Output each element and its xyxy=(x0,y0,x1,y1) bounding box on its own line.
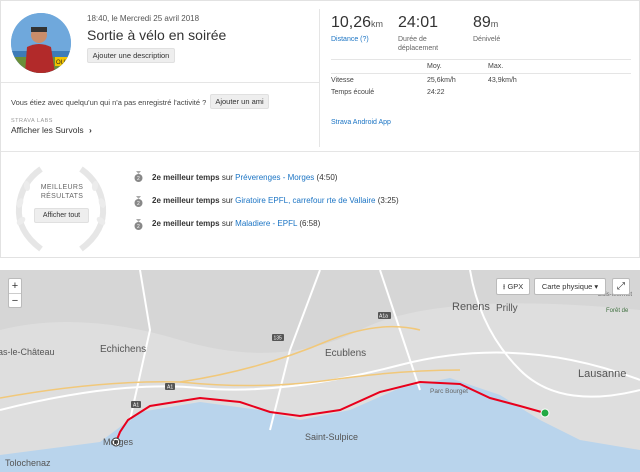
map-label-chateau: as-le-Château xyxy=(0,347,55,357)
moving-time-value: 24:01 xyxy=(398,14,439,31)
gpx-export-button[interactable]: ⭳ GPX xyxy=(496,278,530,295)
divider xyxy=(331,59,631,60)
show-all-button[interactable]: Afficher tout xyxy=(34,208,89,223)
elevation-stat: 89m xyxy=(473,14,498,32)
elevation-unit: m xyxy=(490,19,499,29)
segment-link[interactable]: Maladiere - EPFL xyxy=(235,219,297,228)
map-label-prilly: Prilly xyxy=(496,303,518,314)
elapsed-label: Temps écoulé xyxy=(331,89,375,96)
effort-connector: sur xyxy=(219,196,236,205)
effort-row: 2e meilleur temps sur Giratoire EPFL, ca… xyxy=(152,196,399,205)
svg-text:A1a: A1a xyxy=(379,314,388,320)
effort-connector: sur xyxy=(219,173,236,182)
map-type-label: Carte physique xyxy=(541,282,593,291)
svg-text:135: 135 xyxy=(274,336,283,342)
divider xyxy=(1,151,640,152)
map-label-morges: Morges xyxy=(103,437,134,447)
distance-value: 10,26 xyxy=(331,14,372,31)
athlete-avatar[interactable]: OUI xyxy=(11,13,71,73)
medal-icon: 2 xyxy=(134,219,143,230)
table-header-max: Max. xyxy=(488,63,504,70)
speed-label: Vitesse xyxy=(331,77,354,84)
map-label-saint-sulpice: Saint-Sulpice xyxy=(305,432,359,442)
segment-link[interactable]: Préverenges - Morges xyxy=(235,173,314,182)
activity-title[interactable]: Sortie à vélo en soirée xyxy=(87,27,226,43)
elapsed-value: 24:22 xyxy=(427,89,445,96)
svg-text:OUI: OUI xyxy=(56,60,67,66)
strava-labs-label: STRAVA LABS xyxy=(11,118,53,124)
segment-link[interactable]: Giratoire EPFL, carrefour rte de Vallair… xyxy=(235,196,375,205)
effort-connector: sur xyxy=(219,219,236,228)
elevation-value: 89 xyxy=(473,14,491,31)
fullscreen-button[interactable]: ⤢ xyxy=(612,278,630,295)
effort-time: (6:58) xyxy=(297,219,321,228)
map-type-select[interactable]: Carte physique ▾ xyxy=(534,278,606,295)
divider xyxy=(319,9,320,147)
best-efforts-title-line: RÉSULTATS xyxy=(40,193,84,200)
effort-time: (4:50) xyxy=(314,173,338,182)
table-header-avg: Moy. xyxy=(427,63,442,70)
medal-icon: 2 xyxy=(134,196,143,207)
divider xyxy=(331,73,631,74)
speed-max: 43,9km/h xyxy=(488,77,517,84)
elevation-label: Dénivelé xyxy=(473,36,501,43)
show-flybys-label: Afficher les Survols xyxy=(11,125,84,135)
activity-card: OUI 18:40, le Mercredi 25 avril 2018 Sor… xyxy=(0,0,640,258)
map-label-parc-bourget: Parc Bourget xyxy=(430,388,468,395)
moving-time-label: Durée de déplacement xyxy=(398,35,438,53)
medal-icon: 2 xyxy=(134,171,143,182)
svg-text:2: 2 xyxy=(137,224,140,230)
map-label-lausanne: Lausanne xyxy=(578,368,627,380)
svg-text:A1: A1 xyxy=(133,403,139,409)
zoom-in-button[interactable]: + xyxy=(9,279,21,293)
divider xyxy=(1,82,319,83)
distance-stat: 10,26km xyxy=(331,14,383,32)
download-icon: ⭳ xyxy=(502,282,506,291)
add-description-button[interactable]: Ajouter une description xyxy=(87,48,175,63)
effort-row: 2e meilleur temps sur Maladiere - EPFL (… xyxy=(152,219,320,228)
speed-avg: 25,6km/h xyxy=(427,77,456,84)
activity-date: 18:40, le Mercredi 25 avril 2018 xyxy=(87,14,200,23)
add-friend-button[interactable]: Ajouter un ami xyxy=(210,94,269,109)
effort-rank: 2e meilleur temps xyxy=(152,173,220,182)
chevron-right-icon: › xyxy=(88,125,92,135)
app-source-link[interactable]: Strava Android App xyxy=(331,119,391,126)
effort-rank: 2e meilleur temps xyxy=(152,196,220,205)
map-label-echichens: Echichens xyxy=(100,344,147,355)
route-map[interactable]: A1 A1 135 A1a as-le-Château Echichens Ec… xyxy=(0,270,640,472)
zoom-control: + − xyxy=(8,278,22,308)
show-flybys-link[interactable]: Afficher les Survols › xyxy=(11,125,92,135)
map-label-tolochenaz: Tolochenaz xyxy=(5,458,51,468)
moving-time-label-line: déplacement xyxy=(398,45,439,52)
effort-row: 2e meilleur temps sur Préverenges - Morg… xyxy=(152,173,337,182)
gpx-label: GPX xyxy=(507,282,524,291)
map-label-ecublens: Ecublens xyxy=(325,348,367,359)
best-efforts-title-line: MEILLEURS xyxy=(40,184,84,191)
chevron-down-icon: ▾ xyxy=(594,282,599,291)
laurel-wreath-icon xyxy=(15,166,107,252)
effort-rank: 2e meilleur temps xyxy=(152,219,220,228)
svg-text:A1: A1 xyxy=(167,385,173,391)
svg-text:2: 2 xyxy=(137,176,140,182)
svg-text:2: 2 xyxy=(137,201,140,207)
group-prompt: Vous étiez avec quelqu'un qui n'a pas en… xyxy=(11,98,207,107)
map-label-renens: Renens xyxy=(452,301,490,313)
distance-unit: km xyxy=(371,19,384,29)
fullscreen-icon: ⤢ xyxy=(617,281,625,292)
distance-help-link[interactable]: Distance (?) xyxy=(331,35,369,44)
zoom-out-button[interactable]: − xyxy=(9,293,21,307)
effort-time: (3:25) xyxy=(375,196,399,205)
best-efforts-title: MEILLEURS RÉSULTATS xyxy=(28,183,96,201)
moving-time-label-line: Durée de xyxy=(398,36,427,43)
start-marker[interactable] xyxy=(540,408,550,418)
map-label-forel: Forêt de xyxy=(606,308,629,314)
